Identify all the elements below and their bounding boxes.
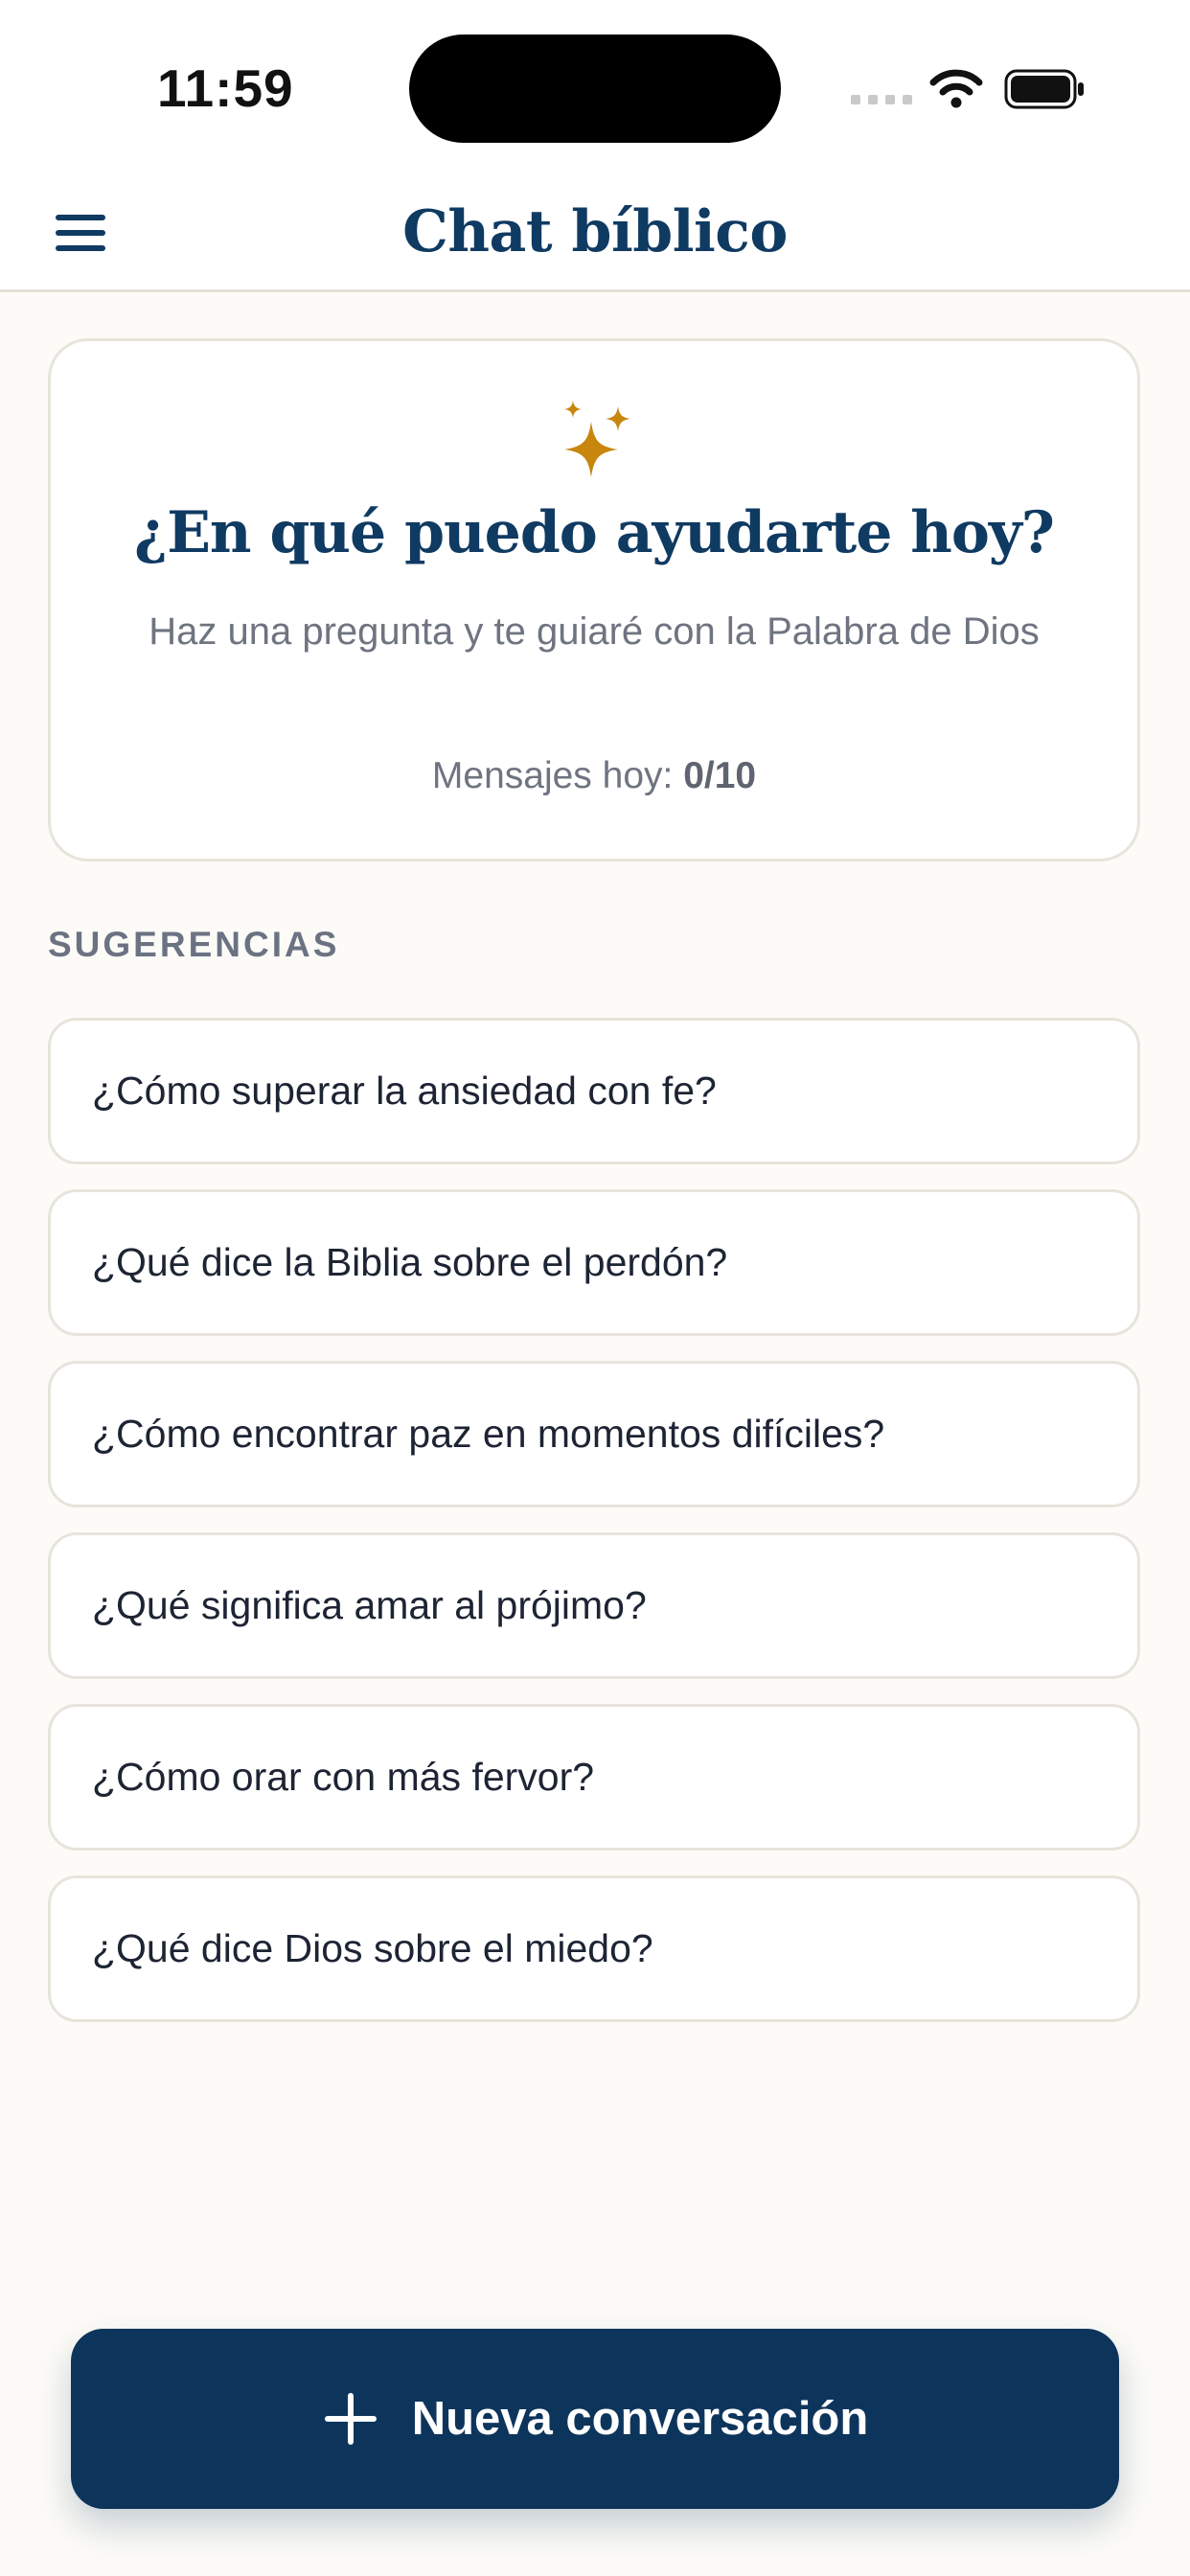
status-time: 11:59 [157,58,294,118]
suggestion-item[interactable]: ¿Cómo encontrar paz en momentos difícile… [48,1361,1140,1507]
status-bar: 11:59 [0,0,1190,177]
suggestion-item[interactable]: ¿Qué significa amar al prójimo? [48,1532,1140,1679]
cellular-signal-icon [851,95,912,104]
wifi-icon [929,69,983,108]
plus-icon [324,2393,377,2445]
message-count-value: 0/10 [683,755,757,796]
new-conversation-button[interactable]: Nueva conversación [71,2329,1119,2509]
suggestion-item[interactable]: ¿Qué dice Dios sobre el miedo? [48,1875,1140,2022]
suggestions-heading: SUGERENCIAS [48,925,340,964]
battery-icon [1004,69,1084,109]
dynamic-island [409,34,781,143]
suggestion-item[interactable]: ¿Cómo orar con más fervor? [48,1704,1140,1851]
welcome-card: ¿En qué puedo ayudarte hoy? Haz una preg… [48,338,1140,862]
message-count-label: Mensajes hoy: [431,755,674,796]
welcome-subtitle: Haz una pregunta y te guiaré con la Pala… [149,610,1040,653]
suggestion-item[interactable]: ¿Cómo superar la ansiedad con fe? [48,1018,1140,1164]
daily-message-count: Mensajes hoy: 0/10 [51,755,1137,797]
welcome-heading: ¿En qué puedo ayudarte hoy? [134,499,1055,566]
app-header: Chat bíblico [0,177,1190,292]
new-conversation-label: Nueva conversación [411,2393,869,2445]
suggestion-item[interactable]: ¿Qué dice la Biblia sobre el perdón? [48,1189,1140,1336]
sparkles-icon [564,401,630,477]
suggestion-list: ¿Cómo superar la ansiedad con fe? ¿Qué d… [48,1018,1140,2047]
page-title: Chat bíblico [402,198,788,265]
